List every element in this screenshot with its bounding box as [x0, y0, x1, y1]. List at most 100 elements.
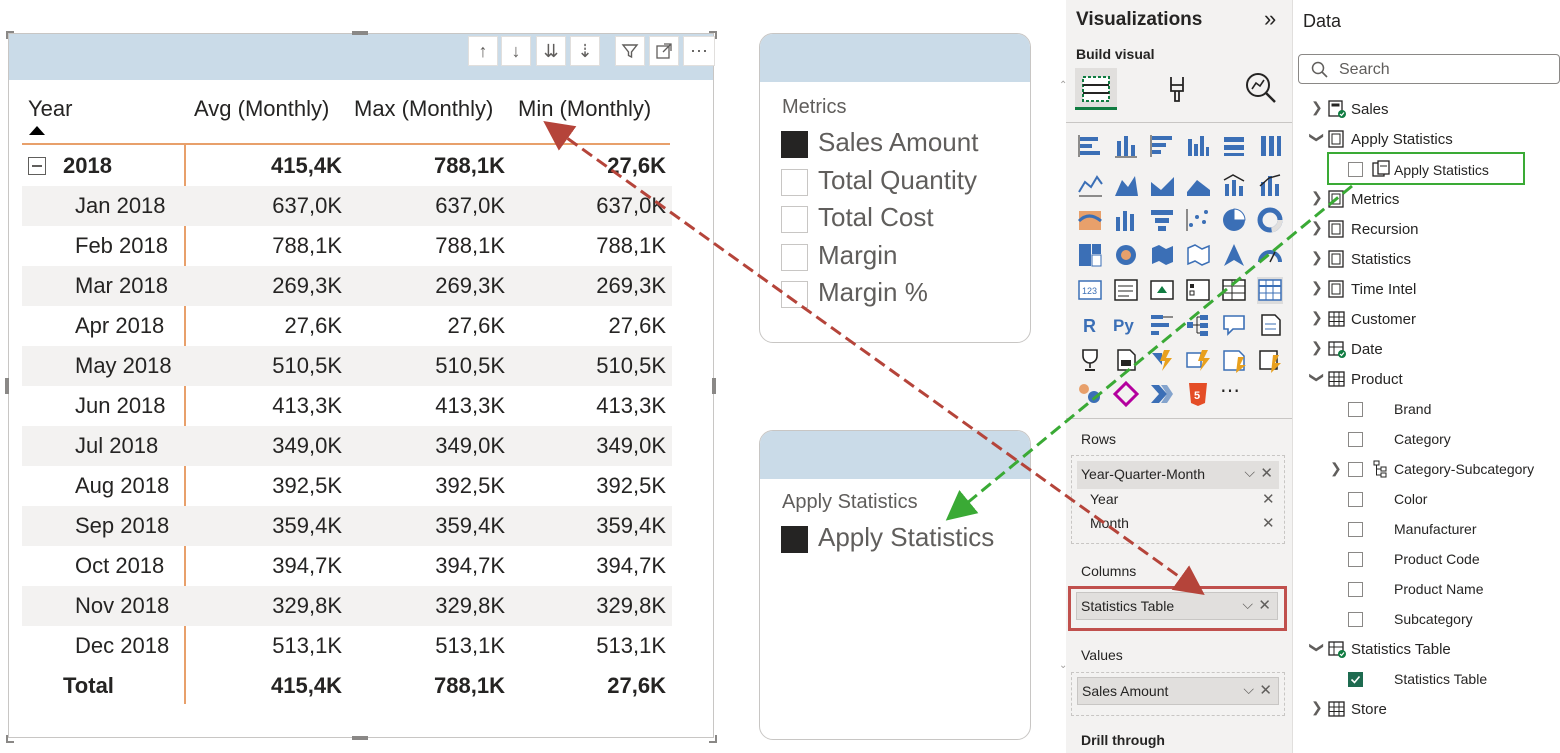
qna-icon: [1223, 315, 1245, 336]
field-name[interactable]: Manufacturer: [1394, 521, 1476, 543]
checkbox[interactable]: [1348, 582, 1363, 597]
close-icon[interactable]: ✕: [1262, 490, 1275, 508]
expand-next-level-icon[interactable]: ⇊: [536, 36, 566, 66]
resize-handle[interactable]: [6, 31, 14, 39]
more-visuals-icon[interactable]: ⋯: [1220, 378, 1240, 403]
clustered-column-chart-icon: [1188, 136, 1209, 156]
visual-gallery[interactable]: 123 R Py 5: [1077, 133, 1283, 408]
field-name[interactable]: Category-Subcategory: [1394, 461, 1534, 483]
rows-subfield[interactable]: Year: [1090, 491, 1118, 507]
column-header-max[interactable]: Max (Monthly): [354, 96, 493, 122]
analytics-tab[interactable]: [1244, 71, 1278, 105]
checkbox-checked[interactable]: [1348, 672, 1363, 687]
date-table-icon: [1328, 341, 1346, 358]
resize-handle[interactable]: [5, 378, 9, 394]
power-automate-icon: [1152, 350, 1172, 371]
resize-handle[interactable]: [352, 736, 368, 740]
table-name[interactable]: Sales: [1351, 101, 1389, 123]
cell-avg: 329,8K: [272, 593, 342, 618]
chevron-down-icon[interactable]: ⌵: [1243, 681, 1254, 698]
checkbox[interactable]: [781, 526, 808, 553]
drill-down-icon[interactable]: ↓: [501, 36, 531, 66]
field-name[interactable]: Product Code: [1394, 551, 1480, 573]
checkbox[interactable]: [781, 206, 808, 233]
table-name[interactable]: Customer: [1351, 311, 1416, 333]
drill-up-icon[interactable]: ↑: [468, 36, 498, 66]
cell-avg: 269,3K: [272, 273, 342, 298]
table-name[interactable]: Date: [1351, 341, 1383, 363]
field-name[interactable]: Subcategory: [1394, 611, 1473, 633]
checkbox[interactable]: [1348, 402, 1363, 417]
values-field-pill[interactable]: Sales Amount ⌵ ✕: [1077, 677, 1279, 705]
field-name[interactable]: Category: [1394, 431, 1451, 453]
table-name[interactable]: Time Intel: [1351, 281, 1416, 303]
field-name[interactable]: Brand: [1394, 401, 1431, 423]
checkbox[interactable]: [781, 131, 808, 158]
power-apps-icon: [1186, 350, 1210, 371]
close-icon[interactable]: ✕: [1258, 596, 1271, 614]
checkbox[interactable]: [1348, 162, 1363, 177]
rows-field-pill[interactable]: Year-Quarter-Month ⌵ ✕: [1077, 461, 1279, 489]
resize-handle[interactable]: [6, 735, 14, 743]
columns-field-pill[interactable]: Statistics Table ⌵ ✕: [1076, 592, 1278, 620]
table-name[interactable]: Store: [1351, 701, 1387, 723]
checkbox[interactable]: [1348, 492, 1363, 507]
checkbox[interactable]: [1348, 612, 1363, 627]
checkbox[interactable]: [1348, 552, 1363, 567]
line-column-chart-icon: [1223, 174, 1245, 196]
html5-icon: 5: [1189, 383, 1207, 406]
checkbox[interactable]: [1348, 522, 1363, 537]
decomposition-tree-icon: [1187, 315, 1208, 336]
chevron-down-icon[interactable]: ⌵: [1242, 596, 1253, 613]
close-icon[interactable]: ✕: [1259, 681, 1272, 699]
field-name[interactable]: Product Name: [1394, 581, 1483, 603]
field-name[interactable]: Color: [1394, 491, 1427, 513]
close-icon[interactable]: ✕: [1262, 514, 1275, 532]
field-name[interactable]: Statistics Table: [1394, 671, 1487, 693]
search-input[interactable]: Search: [1298, 54, 1560, 84]
field-name[interactable]: Apply Statistics: [1394, 162, 1489, 184]
values-well[interactable]: Sales Amount ⌵ ✕: [1071, 672, 1285, 716]
focus-mode-icon[interactable]: [649, 36, 679, 66]
checkbox[interactable]: [1348, 462, 1363, 477]
column-header-avg[interactable]: Avg (Monthly): [194, 96, 329, 122]
column-header-min[interactable]: Min (Monthly): [518, 96, 651, 122]
resize-handle[interactable]: [709, 735, 717, 743]
apply-statistics-slicer[interactable]: Apply Statistics Apply Statistics: [759, 430, 1031, 740]
metrics-slicer[interactable]: Metrics Sales Amount Total Quantity Tota…: [759, 33, 1031, 343]
table-name[interactable]: Apply Statistics: [1351, 131, 1453, 153]
checkbox[interactable]: [1348, 432, 1363, 447]
table-name[interactable]: Recursion: [1351, 221, 1419, 243]
table-name[interactable]: Metrics: [1351, 191, 1399, 213]
rows-subfield[interactable]: Month: [1090, 515, 1129, 531]
table-name[interactable]: Statistics Table: [1351, 641, 1451, 663]
resize-handle[interactable]: [352, 31, 368, 35]
columns-well[interactable]: Statistics Table ⌵ ✕: [1071, 591, 1285, 624]
row-label: Nov 2018: [75, 593, 170, 618]
format-visual-tab[interactable]: [1163, 73, 1195, 105]
checkbox[interactable]: [781, 281, 808, 308]
cell-min: 349,0K: [596, 433, 666, 458]
table-name[interactable]: Product: [1351, 371, 1403, 393]
close-icon[interactable]: ✕: [1260, 464, 1273, 482]
filter-icon[interactable]: [615, 36, 645, 66]
more-options-icon[interactable]: ⋯: [683, 36, 715, 66]
table-name[interactable]: Statistics: [1351, 251, 1411, 273]
resize-handle[interactable]: [709, 31, 717, 39]
expand-all-down-icon[interactable]: ⇣: [570, 36, 600, 66]
collapse-icon[interactable]: [28, 157, 46, 175]
column-header-year[interactable]: Year: [28, 96, 72, 122]
checkbox[interactable]: [781, 169, 808, 196]
table-row: May 2018 510,5K 510,5K 510,5K: [22, 346, 672, 386]
checkbox[interactable]: [781, 244, 808, 271]
total-max: 788,1K: [434, 673, 505, 698]
collapse-pane-icon[interactable]: »: [1264, 6, 1276, 32]
card-icon: 123: [1078, 280, 1102, 300]
sort-ascending-icon[interactable]: [29, 126, 45, 135]
slicer-item-label: Apply Statistics: [818, 522, 995, 552]
table-visual-icon: [1222, 279, 1246, 301]
pie-chart-icon: [1223, 208, 1246, 231]
resize-handle[interactable]: [712, 378, 716, 394]
chevron-down-icon[interactable]: ⌵: [1244, 464, 1255, 481]
build-visual-tab[interactable]: [1075, 68, 1117, 110]
